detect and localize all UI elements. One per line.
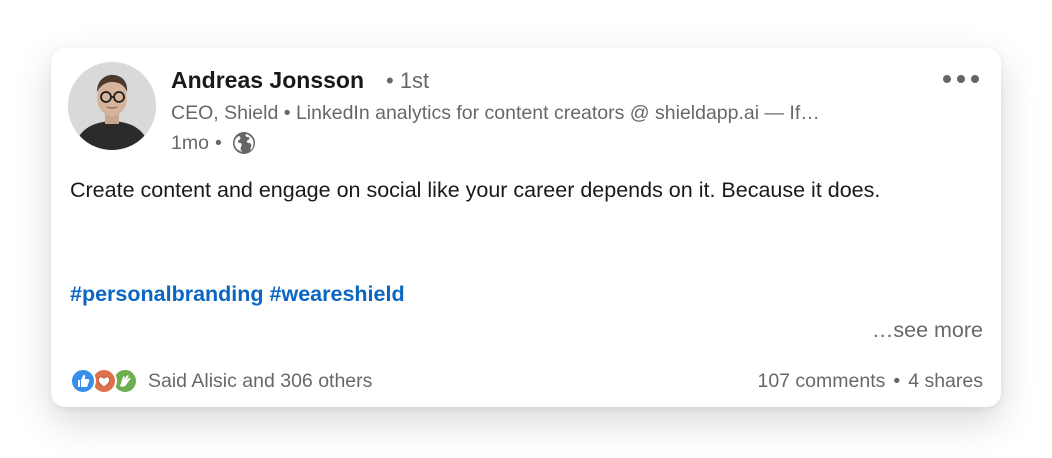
post-meta: 1mo •: [171, 131, 256, 155]
reactions-summary[interactable]: Said Alisic and 306 others: [70, 368, 372, 394]
avatar-photo: [68, 62, 156, 150]
see-more-button[interactable]: …see more: [872, 318, 983, 343]
post-hashtags: #personalbranding #weareshield: [70, 282, 405, 307]
like-icon: [70, 368, 96, 394]
ellipsis-icon: [943, 75, 979, 83]
globe-icon: [232, 131, 256, 155]
shares-count[interactable]: 4 shares: [908, 370, 983, 393]
separator-dot: •: [214, 131, 222, 154]
engagement-counts: 107 comments • 4 shares: [757, 370, 983, 393]
author-name[interactable]: Andreas Jonsson: [171, 67, 364, 94]
more-options-button[interactable]: [939, 66, 983, 92]
post-body-text: Create content and engage on social like…: [70, 178, 881, 202]
author-avatar[interactable]: [68, 62, 156, 150]
comments-count[interactable]: 107 comments: [757, 370, 885, 393]
reaction-icons: [70, 368, 144, 394]
post-time: 1mo: [171, 131, 209, 154]
hashtag-link[interactable]: #personalbranding: [70, 282, 264, 306]
connection-degree: • 1st: [386, 68, 430, 93]
hashtag-link[interactable]: #weareshield: [270, 282, 405, 306]
post-card: Andreas Jonsson • 1st CEO, Shield • Link…: [51, 48, 1001, 407]
reactors-text[interactable]: Said Alisic and 306 others: [148, 370, 372, 393]
separator-dot: •: [893, 370, 901, 392]
author-headline: CEO, Shield • LinkedIn analytics for con…: [171, 102, 820, 124]
